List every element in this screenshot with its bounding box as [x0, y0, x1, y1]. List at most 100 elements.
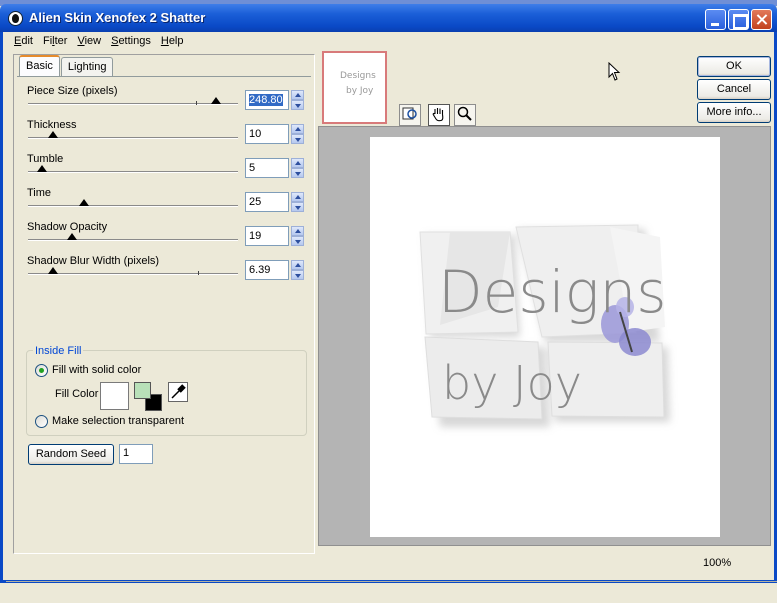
minimize-button[interactable] — [705, 9, 726, 30]
fill-solid-radio[interactable] — [35, 364, 48, 377]
preview-area[interactable]: Designs by Joy — [318, 126, 771, 546]
tab-basic[interactable]: Basic — [19, 55, 60, 76]
mouse-cursor-icon — [608, 62, 621, 81]
slider-track[interactable] — [28, 205, 238, 207]
slider-thumb[interactable] — [211, 97, 221, 104]
preview-text-line1: Designs — [438, 258, 666, 326]
cancel-button[interactable]: Cancel — [697, 79, 771, 100]
slider-thumb[interactable] — [37, 165, 47, 172]
param-label: Shadow Blur Width (pixels) — [27, 255, 160, 267]
spin-up-button[interactable] — [291, 124, 304, 134]
window-title: Alien Skin Xenofex 2 Shatter — [29, 10, 206, 25]
spin-down-button[interactable] — [291, 134, 304, 144]
slider-thumb[interactable] — [48, 267, 58, 274]
random-seed-input[interactable]: 1 — [119, 444, 153, 464]
slider-track[interactable] — [28, 171, 238, 173]
param-thickness: Thickness 10 — [26, 119, 311, 153]
value-input[interactable]: 10 — [245, 124, 289, 144]
preview-text-line2: by Joy — [442, 356, 582, 410]
thumbnail-text: Designs — [340, 71, 376, 81]
value-input[interactable]: 6.39 — [245, 260, 289, 280]
spin-up-button[interactable] — [291, 90, 304, 100]
tab-strip: Basic Lighting — [19, 55, 114, 76]
foreground-color-swatch[interactable] — [134, 382, 151, 399]
slider-track[interactable] — [28, 137, 238, 139]
slider-thumb[interactable] — [79, 199, 89, 206]
param-time: Time 25 — [26, 187, 311, 221]
param-label: Tumble — [27, 153, 64, 165]
slider-tick — [198, 271, 199, 275]
more-info-button[interactable]: More info... — [697, 102, 771, 123]
param-label: Shadow Opacity — [27, 221, 108, 233]
slider-tick — [196, 101, 197, 105]
spinner — [291, 260, 304, 280]
hand-icon — [432, 108, 444, 122]
menu-view[interactable]: View — [72, 34, 106, 52]
hand-tool-button[interactable] — [428, 104, 450, 126]
spin-down-button[interactable] — [291, 270, 304, 280]
close-button[interactable] — [751, 9, 772, 30]
preview-toggle-icon — [402, 107, 417, 120]
menu-bar: Edit Filter View Settings Help — [9, 34, 189, 52]
thumbnail-text: by Joy — [346, 86, 374, 96]
spinner — [291, 226, 304, 246]
value-input[interactable]: 19 — [245, 226, 289, 246]
menu-settings[interactable]: Settings — [106, 34, 156, 52]
title-bar[interactable]: Alien Skin Xenofex 2 Shatter — [0, 4, 777, 32]
slider-thumb[interactable] — [67, 233, 77, 240]
app-icon — [8, 11, 23, 26]
group-title: Inside Fill — [33, 345, 84, 357]
spin-down-button[interactable] — [291, 168, 304, 178]
param-tumble: Tumble 5 — [26, 153, 311, 187]
status-bar — [6, 581, 777, 603]
param-shadow-opacity: Shadow Opacity 19 — [26, 221, 311, 255]
slider-track[interactable] — [28, 103, 238, 105]
slider-track[interactable] — [28, 239, 238, 241]
spin-up-button[interactable] — [291, 260, 304, 270]
shattered-image: Designs by Joy — [419, 224, 670, 427]
zoom-icon — [457, 106, 472, 121]
ok-button[interactable]: OK — [697, 56, 771, 77]
param-piece-size: Piece Size (pixels) 248.80 — [26, 85, 311, 119]
spin-down-button[interactable] — [291, 100, 304, 110]
fill-color-label: Fill Color — [55, 388, 99, 400]
preview-canvas[interactable]: Designs by Joy — [370, 137, 720, 537]
slider-thumb[interactable] — [48, 131, 58, 138]
settings-panel: Basic Lighting Piece Size (pixels) 248.8… — [13, 54, 315, 554]
spinner — [291, 90, 304, 110]
param-label: Time — [27, 187, 52, 199]
spinner — [291, 192, 304, 212]
fill-color-swatch[interactable] — [100, 382, 129, 410]
spin-up-button[interactable] — [291, 192, 304, 202]
slider-track[interactable] — [28, 273, 238, 275]
eyedropper-button[interactable] — [168, 382, 188, 402]
spinner — [291, 124, 304, 144]
value-input[interactable]: 25 — [245, 192, 289, 212]
spin-up-button[interactable] — [291, 158, 304, 168]
menu-edit[interactable]: Edit — [9, 34, 38, 52]
spin-down-button[interactable] — [291, 236, 304, 246]
inside-fill-group: Inside Fill Fill with solid color Fill C… — [26, 345, 307, 436]
fill-transparent-label[interactable]: Make selection transparent — [52, 415, 184, 427]
zoom-tool-button[interactable] — [454, 104, 476, 126]
spinner — [291, 158, 304, 178]
random-seed-button[interactable]: Random Seed — [28, 444, 114, 465]
value-input[interactable]: 248.80 — [245, 90, 289, 110]
preview-toggle-button[interactable] — [399, 104, 421, 126]
menu-filter[interactable]: Filter — [38, 34, 72, 52]
thumbnail-navigator[interactable]: Designs by Joy — [322, 51, 387, 124]
fill-transparent-radio[interactable] — [35, 415, 48, 428]
eyedropper-icon — [171, 384, 186, 399]
param-label: Piece Size (pixels) — [27, 85, 118, 97]
menu-help[interactable]: Help — [156, 34, 189, 52]
basic-tab-body: Piece Size (pixels) 248.80 Thickness 10 — [17, 76, 311, 550]
spin-up-button[interactable] — [291, 226, 304, 236]
value-input[interactable]: 5 — [245, 158, 289, 178]
tab-lighting[interactable]: Lighting — [60, 57, 114, 76]
spin-down-button[interactable] — [291, 202, 304, 212]
fill-solid-label[interactable]: Fill with solid color — [52, 364, 141, 376]
zoom-status: 100% — [703, 557, 732, 569]
param-label: Thickness — [27, 119, 77, 131]
param-shadow-blur: Shadow Blur Width (pixels) 6.39 — [26, 255, 311, 289]
maximize-button[interactable] — [728, 9, 749, 30]
